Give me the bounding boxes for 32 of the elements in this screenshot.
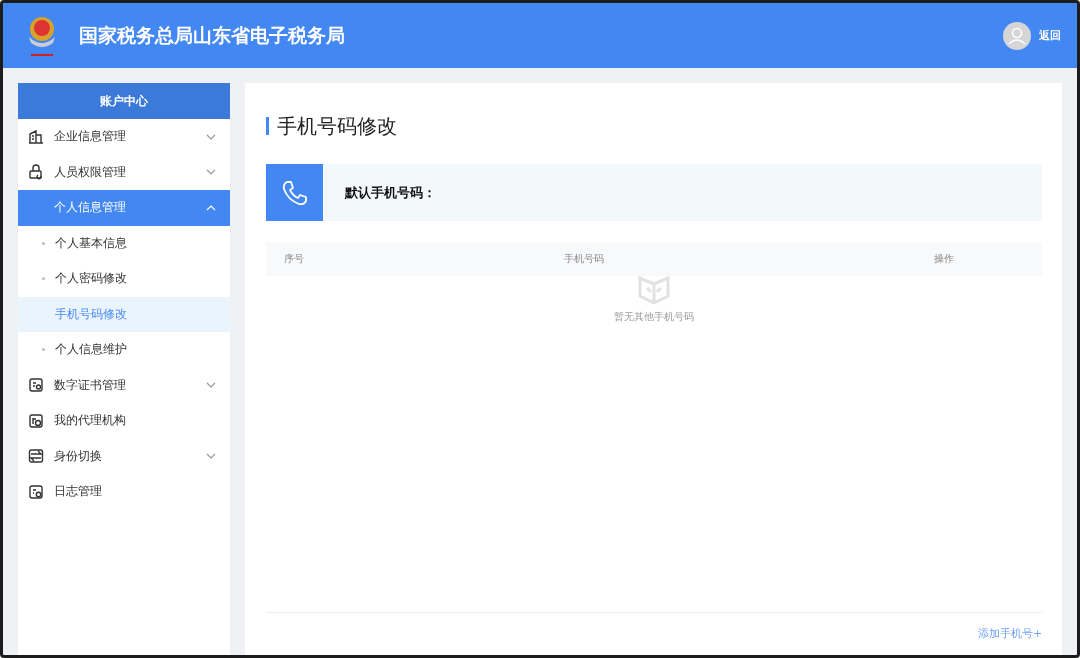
user-avatar-icon[interactable] — [1003, 21, 1031, 50]
agency-icon — [28, 412, 44, 429]
sidebar-item[interactable]: 企业信息管理 — [18, 119, 230, 155]
sidebar-item[interactable]: 身份切换 — [18, 438, 230, 474]
sidebar-item[interactable]: 数字证书管理 — [18, 367, 230, 403]
sidebar-item[interactable]: 人员权限管理 — [18, 154, 230, 190]
sidebar-item[interactable]: 日志管理 — [18, 474, 230, 510]
chevron-icon — [206, 453, 216, 460]
lock-icon — [28, 164, 44, 181]
default-phone-label: 默认手机号码： — [345, 183, 436, 202]
chevron-icon — [206, 133, 216, 140]
sidebar-subitem[interactable]: 个人密码修改 — [18, 261, 230, 297]
sidebar-item[interactable]: 个人信息管理 — [18, 190, 230, 226]
chevron-icon — [206, 169, 216, 176]
page-title: 手机号码修改 — [277, 112, 397, 140]
chevron-icon — [206, 382, 216, 389]
certificate-icon — [28, 377, 44, 394]
sidebar-subitem[interactable]: 个人信息维护 — [18, 332, 230, 368]
column-header: 序号 — [284, 252, 305, 266]
switch-icon — [28, 448, 44, 465]
sidebar-title: 账户中心 — [18, 83, 230, 119]
sidebar-subitem[interactable]: 个人基本信息 — [18, 225, 230, 261]
back-link[interactable]: 返回 — [1039, 28, 1061, 43]
column-header: 操作 — [934, 252, 955, 266]
empty-message: 暂无其他手机号码 — [614, 310, 694, 324]
chevron-icon — [206, 204, 216, 211]
site-title: 国家税务总局山东省电子税务局 — [79, 22, 346, 48]
log-icon — [28, 483, 44, 500]
sidebar-item[interactable]: 我的代理机构 — [18, 403, 230, 439]
building-icon — [28, 128, 44, 145]
empty-box-icon — [637, 276, 671, 304]
column-header: 手机号码 — [564, 252, 605, 266]
